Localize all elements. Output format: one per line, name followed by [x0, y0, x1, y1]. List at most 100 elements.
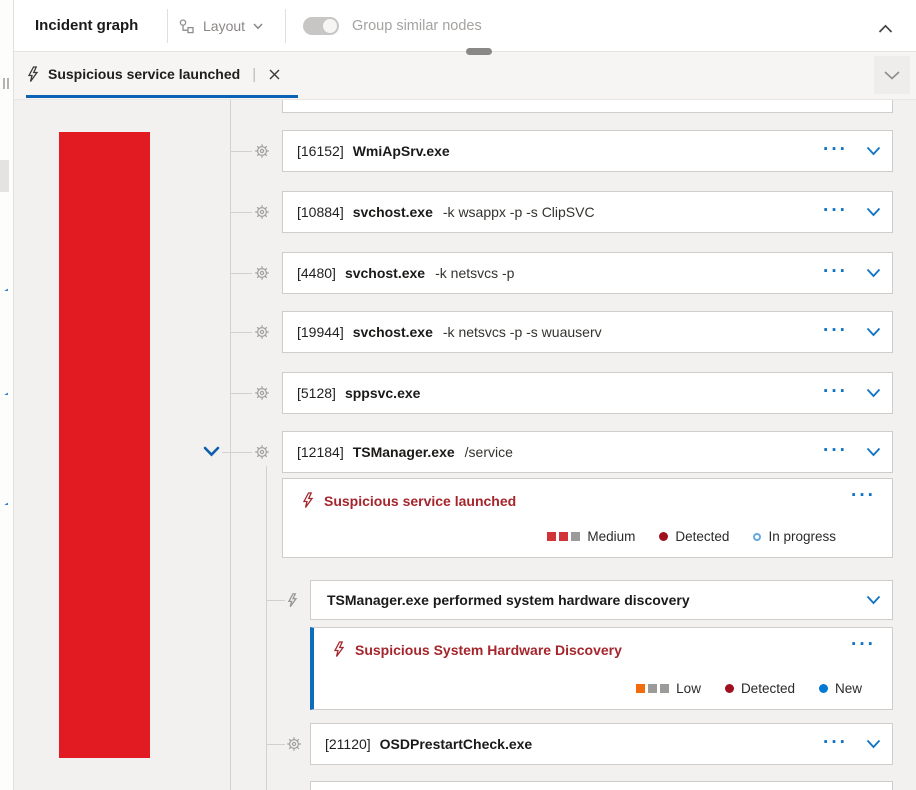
gear-icon [254, 204, 270, 220]
detection-label: Detected [740, 681, 795, 696]
connector-stub [230, 212, 252, 213]
process-node-card[interactable]: [16152] WmiApSrv.exe ··· [282, 130, 893, 172]
partial-node-card[interactable] [310, 781, 893, 790]
incident-graph-panel: Incident graph Layout Group similar node… [0, 0, 916, 790]
process-name: WmiApSrv.exe [352, 143, 450, 159]
expand-node-chevron-icon[interactable] [866, 447, 881, 457]
more-actions-icon[interactable]: ··· [851, 485, 876, 507]
severity-square [571, 532, 581, 541]
chevron-down-icon [884, 70, 900, 80]
status-label: In progress [768, 529, 836, 544]
chevron-fragment-icon [0, 497, 8, 505]
tab-label: Suspicious service launched [48, 66, 241, 82]
more-actions-icon[interactable]: ··· [851, 634, 876, 656]
process-name: svchost.exe [352, 324, 433, 340]
expand-node-chevron-icon[interactable] [866, 388, 881, 398]
process-args: /service [464, 444, 513, 460]
layout-org-icon [178, 18, 195, 35]
severity-square [636, 684, 646, 693]
cropped-element [0, 160, 9, 192]
chevron-fragment-icon [0, 283, 8, 291]
gear-icon [254, 265, 270, 281]
layout-label: Layout [203, 18, 246, 34]
expand-node-chevron-icon[interactable] [866, 146, 881, 156]
process-node-card[interactable]: [10884] svchost.exe -k wsappx -p -s Clip… [282, 191, 893, 233]
toolbar-separator [167, 9, 168, 43]
severity-square [547, 532, 557, 541]
tree-trunk-line [230, 100, 231, 790]
process-node-card[interactable]: [5128] sppsvc.exe ··· [282, 372, 893, 414]
process-pid: [12184] [297, 444, 344, 460]
connector-stub [266, 600, 285, 601]
process-args: -k netsvcs -p -s wuauserv [442, 324, 602, 340]
collapse-subtree-chevron-icon[interactable] [203, 446, 220, 457]
more-actions-icon[interactable]: ··· [823, 733, 848, 752]
connector-stub [230, 393, 252, 394]
toggle-knob [323, 19, 337, 33]
alert-card-hardware-discovery[interactable]: Suspicious System Hardware Discovery ···… [310, 627, 893, 710]
process-pid: [4480] [297, 265, 336, 281]
process-node-card[interactable]: [19944] svchost.exe -k netsvcs -p -s wua… [282, 311, 893, 353]
alert-card-suspicious-service[interactable]: Suspicious service launched ··· Medium D… [282, 478, 893, 558]
new-dot-icon [818, 684, 828, 693]
process-name: TSManager.exe [352, 444, 455, 460]
behavior-node-card[interactable]: TSManager.exe performed system hardware … [310, 580, 893, 620]
connector-stub [230, 273, 252, 274]
expand-node-chevron-icon[interactable] [866, 739, 881, 749]
process-node-card[interactable]: [12184] TSManager.exe /service ··· [282, 431, 893, 473]
detected-dot-icon [724, 684, 734, 693]
alert-bolt-icon [332, 641, 345, 658]
alert-bolt-icon [301, 492, 314, 509]
process-node-card[interactable]: [21120] OSDPrestartCheck.exe ··· [310, 723, 893, 765]
chevron-down-icon [253, 22, 263, 30]
process-pid: [5128] [297, 385, 336, 401]
gear-icon [254, 324, 270, 340]
expand-tab-panel-button[interactable] [874, 56, 910, 94]
expand-node-chevron-icon[interactable] [866, 595, 881, 605]
process-args: -k netsvcs -p [435, 265, 515, 281]
process-node-card[interactable]: [4480] svchost.exe -k netsvcs -p ··· [282, 252, 893, 294]
gear-icon [286, 736, 302, 752]
more-actions-icon[interactable]: ··· [823, 382, 848, 401]
tree-child-trunk-line [266, 466, 267, 790]
process-pid: [16152] [297, 143, 344, 159]
active-tab-underline [26, 95, 298, 98]
process-name: svchost.exe [344, 265, 426, 281]
group-similar-nodes-toggle[interactable] [303, 17, 339, 35]
alert-title: Suspicious System Hardware Discovery [332, 641, 622, 658]
process-args: -k wsappx -p -s ClipSVC [442, 204, 595, 220]
more-actions-icon[interactable]: ··· [823, 321, 848, 340]
chevron-fragment-icon [0, 387, 8, 395]
more-actions-icon[interactable]: ··· [823, 201, 848, 220]
red-node-block[interactable] [59, 132, 150, 758]
more-actions-icon[interactable]: ··· [823, 140, 848, 159]
alert-title-text: Suspicious System Hardware Discovery [355, 641, 622, 658]
behavior-title: TSManager.exe performed system hardware … [327, 592, 690, 608]
page-title: Incident graph [35, 17, 139, 34]
tab-suspicious-service-launched[interactable]: Suspicious service launched | [26, 52, 281, 96]
severity-square [559, 532, 569, 541]
expand-node-chevron-icon[interactable] [866, 327, 881, 337]
tab-divider: | [252, 65, 257, 83]
detection-label: Detected [675, 529, 730, 544]
close-tab-icon[interactable] [268, 68, 281, 81]
resize-drag-handle[interactable] [466, 48, 492, 55]
collapse-panel-button[interactable] [878, 21, 893, 39]
connector-stub [222, 452, 252, 453]
expand-node-chevron-icon[interactable] [866, 207, 881, 217]
cropped-left-edge [0, 0, 14, 790]
expand-node-chevron-icon[interactable] [866, 268, 881, 278]
alert-title-text: Suspicious service launched [324, 492, 517, 509]
connector-stub [266, 744, 285, 745]
alert-bolt-icon [26, 65, 39, 83]
gear-icon [254, 385, 270, 401]
severity-square [648, 684, 658, 693]
toolbar-separator [285, 9, 286, 43]
group-toggle-label: Group similar nodes [352, 18, 482, 34]
more-actions-icon[interactable]: ··· [823, 441, 848, 460]
severity-square [660, 684, 670, 693]
severity-label: Low [676, 681, 701, 696]
partial-node-card[interactable] [282, 100, 893, 113]
more-actions-icon[interactable]: ··· [823, 262, 848, 281]
layout-button[interactable]: Layout [178, 0, 263, 52]
